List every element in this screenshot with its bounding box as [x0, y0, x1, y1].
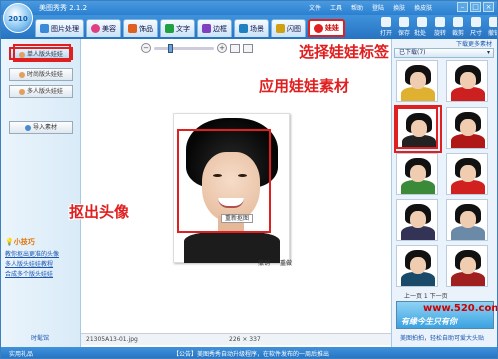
fashion-doll-button[interactable]: 时尚版头娃娃 [9, 68, 73, 81]
tab-beauty[interactable]: 美容 [86, 19, 121, 37]
tab-accessories[interactable]: 饰品 [123, 19, 158, 37]
zoom-out-button[interactable]: − [141, 43, 151, 53]
multi-doll-button[interactable]: 多人版头娃娃 [9, 85, 73, 98]
ad-url: www.520.com [423, 303, 498, 314]
face-icon [18, 88, 25, 95]
actual-size-icon[interactable] [243, 43, 253, 53]
callout-crop-head: 抠出头像 [69, 203, 130, 221]
flash-icon [276, 24, 285, 33]
material-thumb[interactable] [396, 153, 438, 195]
heart-icon [91, 24, 100, 33]
material-thumb[interactable] [396, 60, 438, 102]
fit-window-icon[interactable] [230, 43, 240, 53]
tips-section: 💡小技巧 教你抠出更准的头像 多人版头娃娃教程 合成多个版头娃娃 [5, 237, 77, 280]
tip-link[interactable]: 多人版头娃娃教程 [5, 260, 77, 270]
bulb-icon: 💡 [5, 238, 14, 246]
callout-apply-material: 应用娃娃素材 [259, 77, 350, 95]
menu-file[interactable]: 文件 [309, 3, 321, 12]
ad-text: 有缘今生只有你 [401, 317, 457, 326]
material-thumb[interactable] [446, 153, 488, 195]
title-bar: 美图秀秀 2.1.2 文件 工具 帮助 登陆 换肤 换皮肤 – □ × [1, 1, 497, 15]
menu-tools[interactable]: 工具 [330, 3, 342, 12]
tab-flash[interactable]: 闪图 [271, 19, 306, 37]
import-material-button[interactable]: 导入素材 [9, 121, 73, 134]
file-name: 21305A13-01.jpg [86, 336, 138, 343]
right-footer-link[interactable]: 美图拍拍，轻松自助可爱大头贴 [400, 333, 484, 342]
frame-icon [202, 24, 211, 33]
scene-icon [239, 24, 248, 33]
folder-icon [381, 17, 391, 27]
menu-skin[interactable]: 换肤 [393, 3, 405, 12]
redo-link[interactable]: 重做 [280, 258, 292, 267]
bottom-bar: 实用礼品 【公告】美图秀秀自动升级程序，在软件发布的一周后推出 [1, 347, 497, 358]
material-thumb[interactable] [446, 60, 488, 102]
tab-doll[interactable]: 娃娃 [308, 19, 345, 37]
tab-text[interactable]: 文字 [160, 19, 195, 37]
material-thumb[interactable] [446, 199, 488, 241]
tab-photo-edit[interactable]: 图片处理 [35, 19, 84, 37]
feature-tabs: 图片处理 美容 饰品 文字 边框 场景 闪图 娃娃 [35, 19, 345, 37]
undo-link[interactable]: 撤销 [258, 258, 270, 267]
import-icon [24, 124, 31, 131]
zoom-toolbar: − + [141, 42, 311, 54]
slider-knob[interactable] [168, 43, 173, 53]
close-icon[interactable]: × [483, 2, 494, 12]
tips-title: 💡小技巧 [5, 238, 35, 246]
text-icon [165, 24, 174, 33]
save-icon [399, 17, 409, 27]
notice-text[interactable]: 【公告】美图秀秀自动升级程序，在软件发布的一周后推出 [173, 349, 329, 358]
menu-help[interactable]: 帮助 [351, 3, 363, 12]
image-status-bar: 21305A13-01.jpg 226 × 337 [81, 333, 391, 345]
canvas-area: − + 重新抠图 撤销 重做 抠出头像 选择娃娃标签 应用娃娃素材 [69, 39, 391, 347]
material-thumb[interactable] [396, 199, 438, 241]
photo-icon [40, 24, 49, 33]
doll-icon [314, 23, 323, 33]
crop-icon [453, 17, 463, 27]
material-thumb[interactable] [446, 245, 488, 287]
batch-icon [417, 17, 427, 27]
left-footer-link[interactable]: 时髦馆 [31, 333, 49, 342]
zoom-in-button[interactable]: + [217, 43, 227, 53]
left-panel: 单人版头娃娃 时尚版头娃娃 多人版头娃娃 导入素材 💡小技巧 教你抠出更准的头像… [1, 39, 81, 347]
pager[interactable]: 上一页 1 下一页 [404, 291, 448, 300]
material-thumb[interactable] [396, 245, 438, 287]
image-dimensions: 226 × 337 [229, 336, 261, 343]
resize-icon [471, 17, 481, 27]
menu-change-skin[interactable]: 换皮肤 [414, 3, 432, 12]
menu-login[interactable]: 登陆 [372, 3, 384, 12]
minimize-icon[interactable]: – [457, 2, 468, 12]
material-panel: 下载更多素材 已下载(7) ▾ 上一页 1 下一页 www.520.com 有缘今… [391, 39, 497, 347]
gift-link[interactable]: 实用礼品 [9, 349, 33, 358]
material-highlight-box [394, 105, 442, 153]
menu-bar: 文件 工具 帮助 登陆 换肤 换皮肤 [309, 3, 432, 12]
ad-banner[interactable]: www.520.com 有缘今生只有你 [396, 301, 497, 329]
zoom-slider[interactable] [154, 43, 214, 53]
app-logo: 2010 [3, 3, 33, 33]
tip-link[interactable]: 合成多个版头娃娃 [5, 270, 77, 280]
window-controls: – □ × [457, 2, 494, 12]
tip-link[interactable]: 教你抠出更准的头像 [5, 250, 77, 260]
app-title: 美图秀秀 2.1.2 [39, 4, 88, 12]
left-button-highlight-box [13, 44, 71, 62]
gem-icon [128, 24, 137, 33]
tab-frame[interactable]: 边框 [197, 19, 232, 37]
app-window: 美图秀秀 2.1.2 文件 工具 帮助 登陆 换肤 换皮肤 – □ × 2010… [0, 0, 498, 359]
maximize-icon[interactable]: □ [470, 2, 481, 12]
category-dropdown[interactable]: 已下载(7) ▾ [394, 48, 494, 58]
face-icon [18, 71, 25, 78]
main-toolbar: 图片处理 美容 饰品 文字 边框 场景 闪图 娃娃 打开 保存 批处理 旋转 裁… [1, 15, 497, 46]
rotate-icon [435, 17, 445, 27]
recrop-button[interactable]: 重新抠图 [221, 214, 253, 223]
material-thumb[interactable] [446, 107, 488, 149]
callout-select-tab: 选择娃娃标签 [299, 43, 390, 61]
chevron-down-icon: ▾ [486, 49, 490, 56]
undo-icon [489, 17, 497, 27]
tab-scene[interactable]: 场景 [234, 19, 269, 37]
